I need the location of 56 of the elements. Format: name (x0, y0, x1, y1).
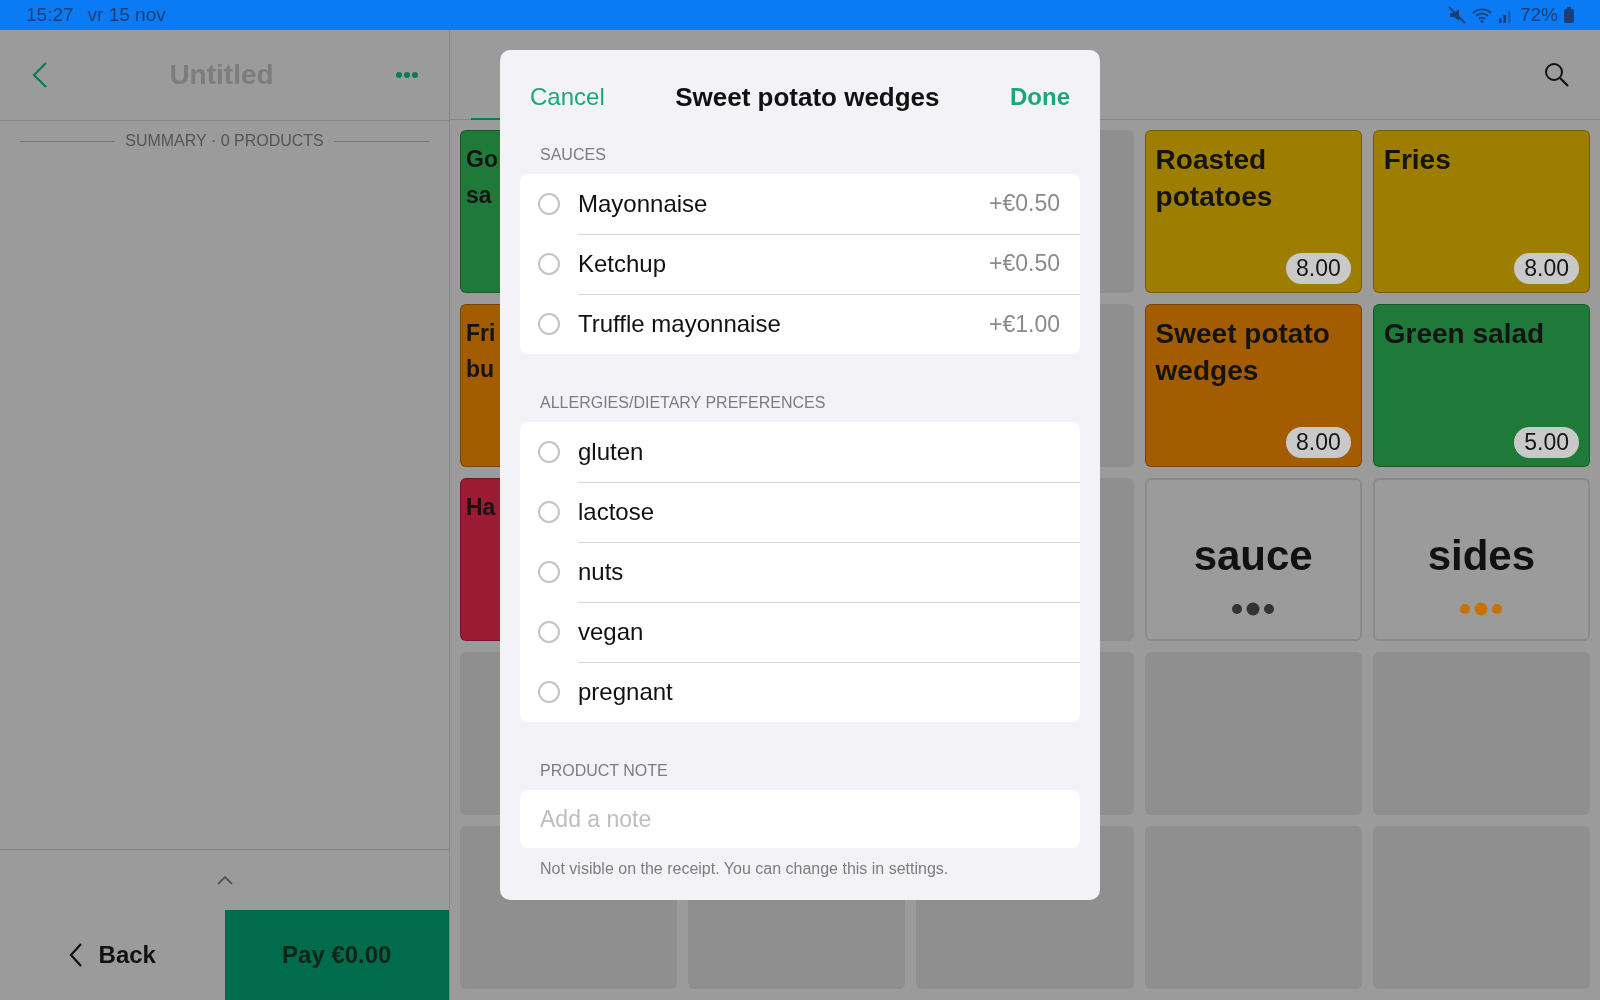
chevron-left-icon (68, 942, 83, 968)
option-label: pregnant (578, 678, 674, 706)
radio-button[interactable] (538, 193, 560, 215)
product-tile[interactable]: Green salad 5.00 (1372, 304, 1590, 467)
radio-button[interactable] (538, 501, 560, 523)
dialog-title: Sweet potato wedges (675, 81, 940, 113)
search-icon[interactable] (1544, 61, 1570, 88)
radio-button[interactable] (538, 621, 560, 643)
option-label: Truffle mayonnaise (578, 310, 782, 338)
product-name: Sweet potato wedges (1155, 317, 1331, 388)
option-label: vegan (578, 617, 645, 646)
price-label: 8.00 (1514, 253, 1579, 284)
more-icon[interactable] (395, 71, 419, 79)
option-price: +€0.50 (989, 190, 1060, 217)
folder-tile[interactable]: sides (1372, 478, 1590, 641)
folder-name: sides (1427, 531, 1536, 580)
radio-button[interactable] (538, 441, 560, 463)
radio-button[interactable] (538, 253, 560, 275)
section-heading: PRODUCT NOTE (539, 762, 669, 781)
product-name: Ha (466, 493, 497, 522)
mute-icon (1447, 6, 1466, 24)
option-label: lactose (578, 497, 656, 526)
option-label: Ketchup (578, 249, 668, 278)
folder-tile[interactable]: sauce (1144, 478, 1362, 641)
back-chevron-icon[interactable] (32, 61, 48, 89)
battery-percent: 72% (1519, 4, 1558, 26)
folder-name: sauce (1193, 531, 1313, 580)
product-name: Go sa (466, 145, 498, 210)
note-input-field[interactable]: Add a note (520, 790, 1080, 848)
section-heading: SAUCES (539, 146, 607, 165)
product-tile[interactable]: Sweet potato wedges 8.00 (1144, 304, 1362, 467)
option-price: +€0.50 (989, 250, 1060, 277)
option-price: +€1.00 (989, 310, 1060, 338)
battery-icon (1564, 7, 1574, 23)
option-label: Mayonnaise (578, 189, 709, 218)
product-name: Fri bu (466, 319, 497, 384)
date-text: vr 15 nov (87, 4, 166, 26)
clock-time: 15:27 (26, 4, 74, 26)
wifi-icon (1471, 7, 1492, 23)
product-name: Fries (1383, 143, 1452, 177)
price-label: 8.00 (1286, 253, 1351, 284)
product-tile[interactable]: Roasted potatoes 8.00 (1144, 130, 1362, 293)
radio-button[interactable] (538, 681, 560, 703)
product-name: Green salad (1383, 317, 1546, 351)
section-heading: ALLERGIES/DIETARY PREFERENCES (539, 394, 827, 413)
radio-button[interactable] (538, 561, 560, 583)
summary-heading: SUMMARY · 0 PRODUCTS (125, 132, 324, 150)
price-label: 8.00 (1286, 427, 1351, 458)
note-hint: Not visible on the receipt. You can change this in settings. (539, 859, 950, 878)
product-name: Roasted potatoes (1155, 143, 1274, 214)
radio-button[interactable] (538, 313, 560, 335)
option-label: nuts (578, 557, 625, 586)
price-label: 5.00 (1514, 427, 1579, 458)
product-tile[interactable]: Fries 8.00 (1372, 130, 1590, 293)
expand-chevron-icon[interactable] (216, 875, 233, 885)
option-label: gluten (578, 437, 645, 466)
